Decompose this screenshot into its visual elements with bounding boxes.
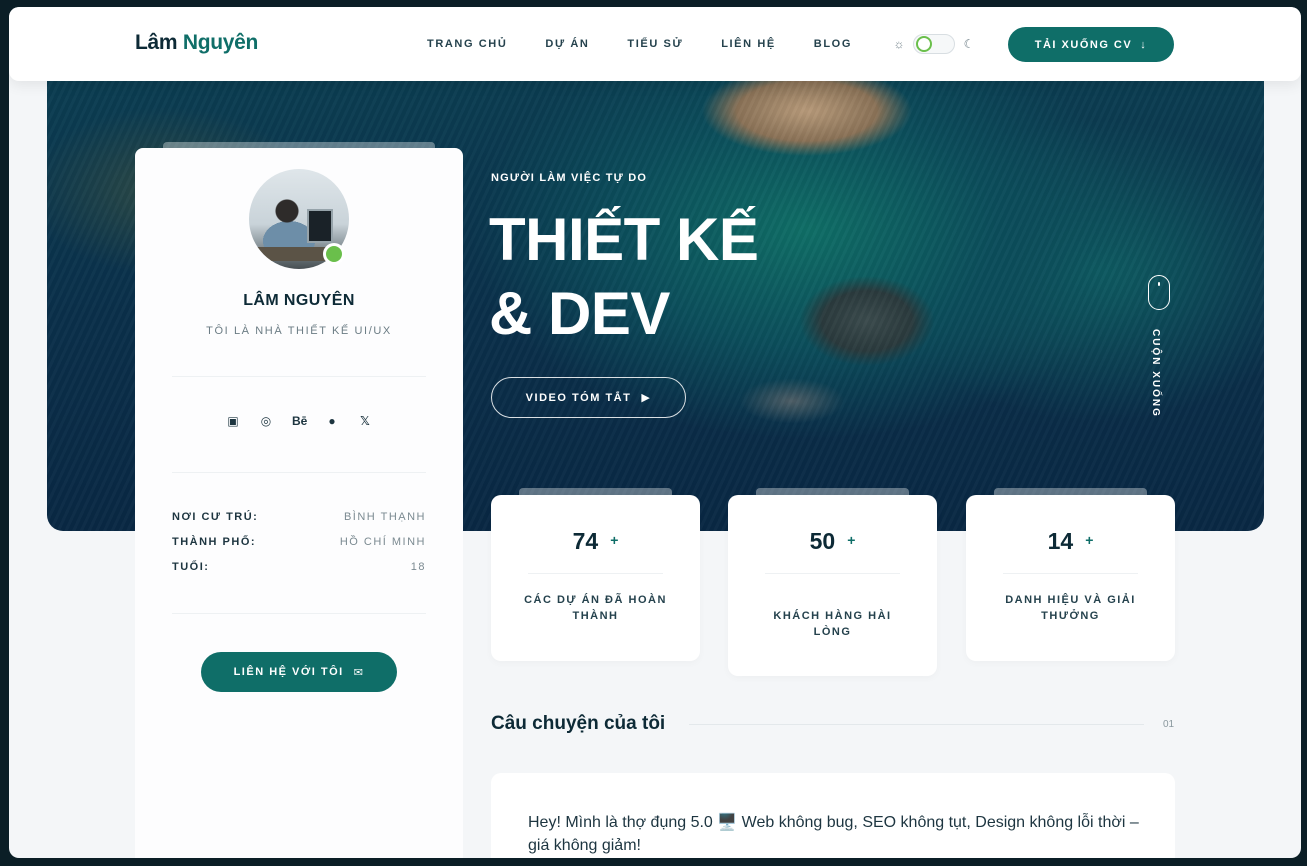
contact-me-button[interactable]: LIÊN HỆ VỚI TÔI ✉	[201, 652, 397, 692]
download-cv-label: TẢI XUỐNG CV	[1034, 38, 1133, 51]
sun-icon: ☼	[893, 37, 905, 51]
stat-label: DANH HIỆU VÀ GIẢI THƯỞNG	[1005, 594, 1136, 622]
main-nav: TRANG CHỦ DỰ ÁN TIỂU SỬ LIÊN HỆ BLOG	[427, 38, 890, 50]
nav-item-projects[interactable]: DỰ ÁN	[545, 38, 589, 50]
profile-card: LÂM NGUYÊN TÔI LÀ NHÀ THIẾT KẾ UI/UX ▣ ◎…	[135, 148, 463, 858]
info-key: NƠI CƯ TRÚ:	[172, 511, 259, 523]
hero-eyebrow: NGƯỜI LÀM VIỆC TỰ DO	[491, 172, 648, 184]
stat-card-clients: 50 + KHÁCH HÀNG HÀI LÒNG	[728, 495, 937, 676]
stat-plus: +	[610, 532, 619, 548]
stat-label: CÁC DỰ ÁN ĐÃ HOÀN THÀNH	[524, 594, 667, 622]
theme-toggle[interactable]	[913, 34, 955, 54]
github-icon[interactable]: ●	[325, 414, 339, 428]
nav-item-home[interactable]: TRANG CHỦ	[427, 38, 507, 50]
story-section-number: 01	[1163, 719, 1175, 730]
scroll-down-label[interactable]: CUỘN XUỐNG	[1150, 329, 1161, 418]
headline-line-2: & DEV	[489, 280, 670, 347]
logo-first-name: Lâm	[135, 31, 178, 54]
stat-value-wrap: 74 +	[491, 528, 700, 555]
stat-divider	[765, 573, 900, 574]
download-cv-button[interactable]: TẢI XUỐNG CV ↓	[1008, 27, 1174, 62]
divider	[172, 613, 426, 614]
social-links: ▣ ◎ Bē ● 𝕏	[135, 414, 463, 428]
stat-plus: +	[847, 532, 856, 548]
profile-role: TÔI LÀ NHÀ THIẾT KẾ UI/UX	[206, 325, 392, 337]
browser-viewport: Lâm Nguyên TRANG CHỦ DỰ ÁN TIỂU SỬ LIÊN …	[9, 7, 1301, 858]
info-key: THÀNH PHỐ:	[172, 536, 257, 548]
stat-plus: +	[1085, 532, 1094, 548]
stat-value: 50	[809, 528, 836, 554]
nav-item-contact[interactable]: LIÊN HỆ	[721, 38, 776, 50]
info-value: 18	[410, 561, 426, 573]
video-summary-button[interactable]: VIDEO TÓM TẮT ▶	[491, 377, 686, 418]
mouse-scroll-icon[interactable]	[1148, 275, 1170, 310]
site-logo[interactable]: Lâm Nguyên	[135, 31, 258, 55]
stat-card-awards: 14 + DANH HIỆU VÀ GIẢI THƯỞNG	[966, 495, 1175, 661]
story-card: Hey! Mình là thợ đụng 5.0 🖥️ Web không b…	[491, 773, 1175, 858]
stat-divider	[1003, 573, 1138, 574]
stat-value: 74	[572, 528, 599, 554]
profile-info: NƠI CƯ TRÚ: BÌNH THẠNH THÀNH PHỐ: HỒ CHÍ…	[172, 511, 426, 586]
stat-value-wrap: 14 +	[966, 528, 1175, 555]
story-section-title: Câu chuyện của tôi	[491, 713, 666, 734]
story-title-line	[689, 724, 1144, 725]
avatar-monitor	[307, 209, 333, 243]
arrow-down-icon: ↓	[1140, 38, 1148, 51]
info-row-age: TUỔI: 18	[172, 561, 426, 586]
stat-card-projects: 74 + CÁC DỰ ÁN ĐÃ HOÀN THÀNH	[491, 495, 700, 661]
behance-icon[interactable]: Bē	[292, 414, 307, 428]
site-header: Lâm Nguyên TRANG CHỦ DỰ ÁN TIỂU SỬ LIÊN …	[9, 7, 1301, 81]
info-row-city: THÀNH PHỐ: HỒ CHÍ MINH	[172, 536, 426, 561]
toggle-knob	[916, 36, 932, 52]
info-row-residence: NƠI CƯ TRÚ: BÌNH THẠNH	[172, 511, 426, 536]
info-value: BÌNH THẠNH	[343, 511, 426, 523]
dribbble-icon[interactable]: ◎	[259, 414, 273, 428]
divider	[172, 376, 426, 377]
linkedin-icon[interactable]: ▣	[226, 414, 240, 428]
video-summary-label: VIDEO TÓM TẮT	[525, 391, 632, 404]
online-status-dot	[323, 243, 345, 265]
stat-value-wrap: 50 +	[728, 528, 937, 555]
stat-value: 14	[1047, 528, 1074, 554]
nav-item-bio[interactable]: TIỂU SỬ	[627, 38, 683, 50]
profile-name: LÂM NGUYÊN	[243, 292, 355, 309]
logo-last-name: Nguyên	[182, 31, 259, 54]
play-icon: ▶	[641, 392, 652, 404]
info-value: HỒ CHÍ MINH	[339, 536, 426, 548]
info-key: TUỔI:	[172, 561, 210, 573]
contact-me-label: LIÊN HỆ VỚI TÔI	[233, 666, 344, 678]
mail-icon: ✉	[353, 666, 365, 679]
stat-divider	[528, 573, 663, 574]
theme-switcher: ☼ ☾	[893, 34, 975, 54]
x-icon[interactable]: 𝕏	[358, 414, 372, 428]
moon-icon: ☾	[963, 37, 975, 51]
hero-headline: THIẾT KẾ & DEV	[489, 203, 759, 351]
story-text: Hey! Mình là thợ đụng 5.0 🖥️ Web không b…	[528, 814, 1139, 854]
headline-line-1: THIẾT KẾ	[489, 206, 759, 273]
stat-label: KHÁCH HÀNG HÀI LÒNG	[773, 610, 892, 638]
nav-item-blog[interactable]: BLOG	[814, 38, 852, 50]
divider	[172, 472, 426, 473]
